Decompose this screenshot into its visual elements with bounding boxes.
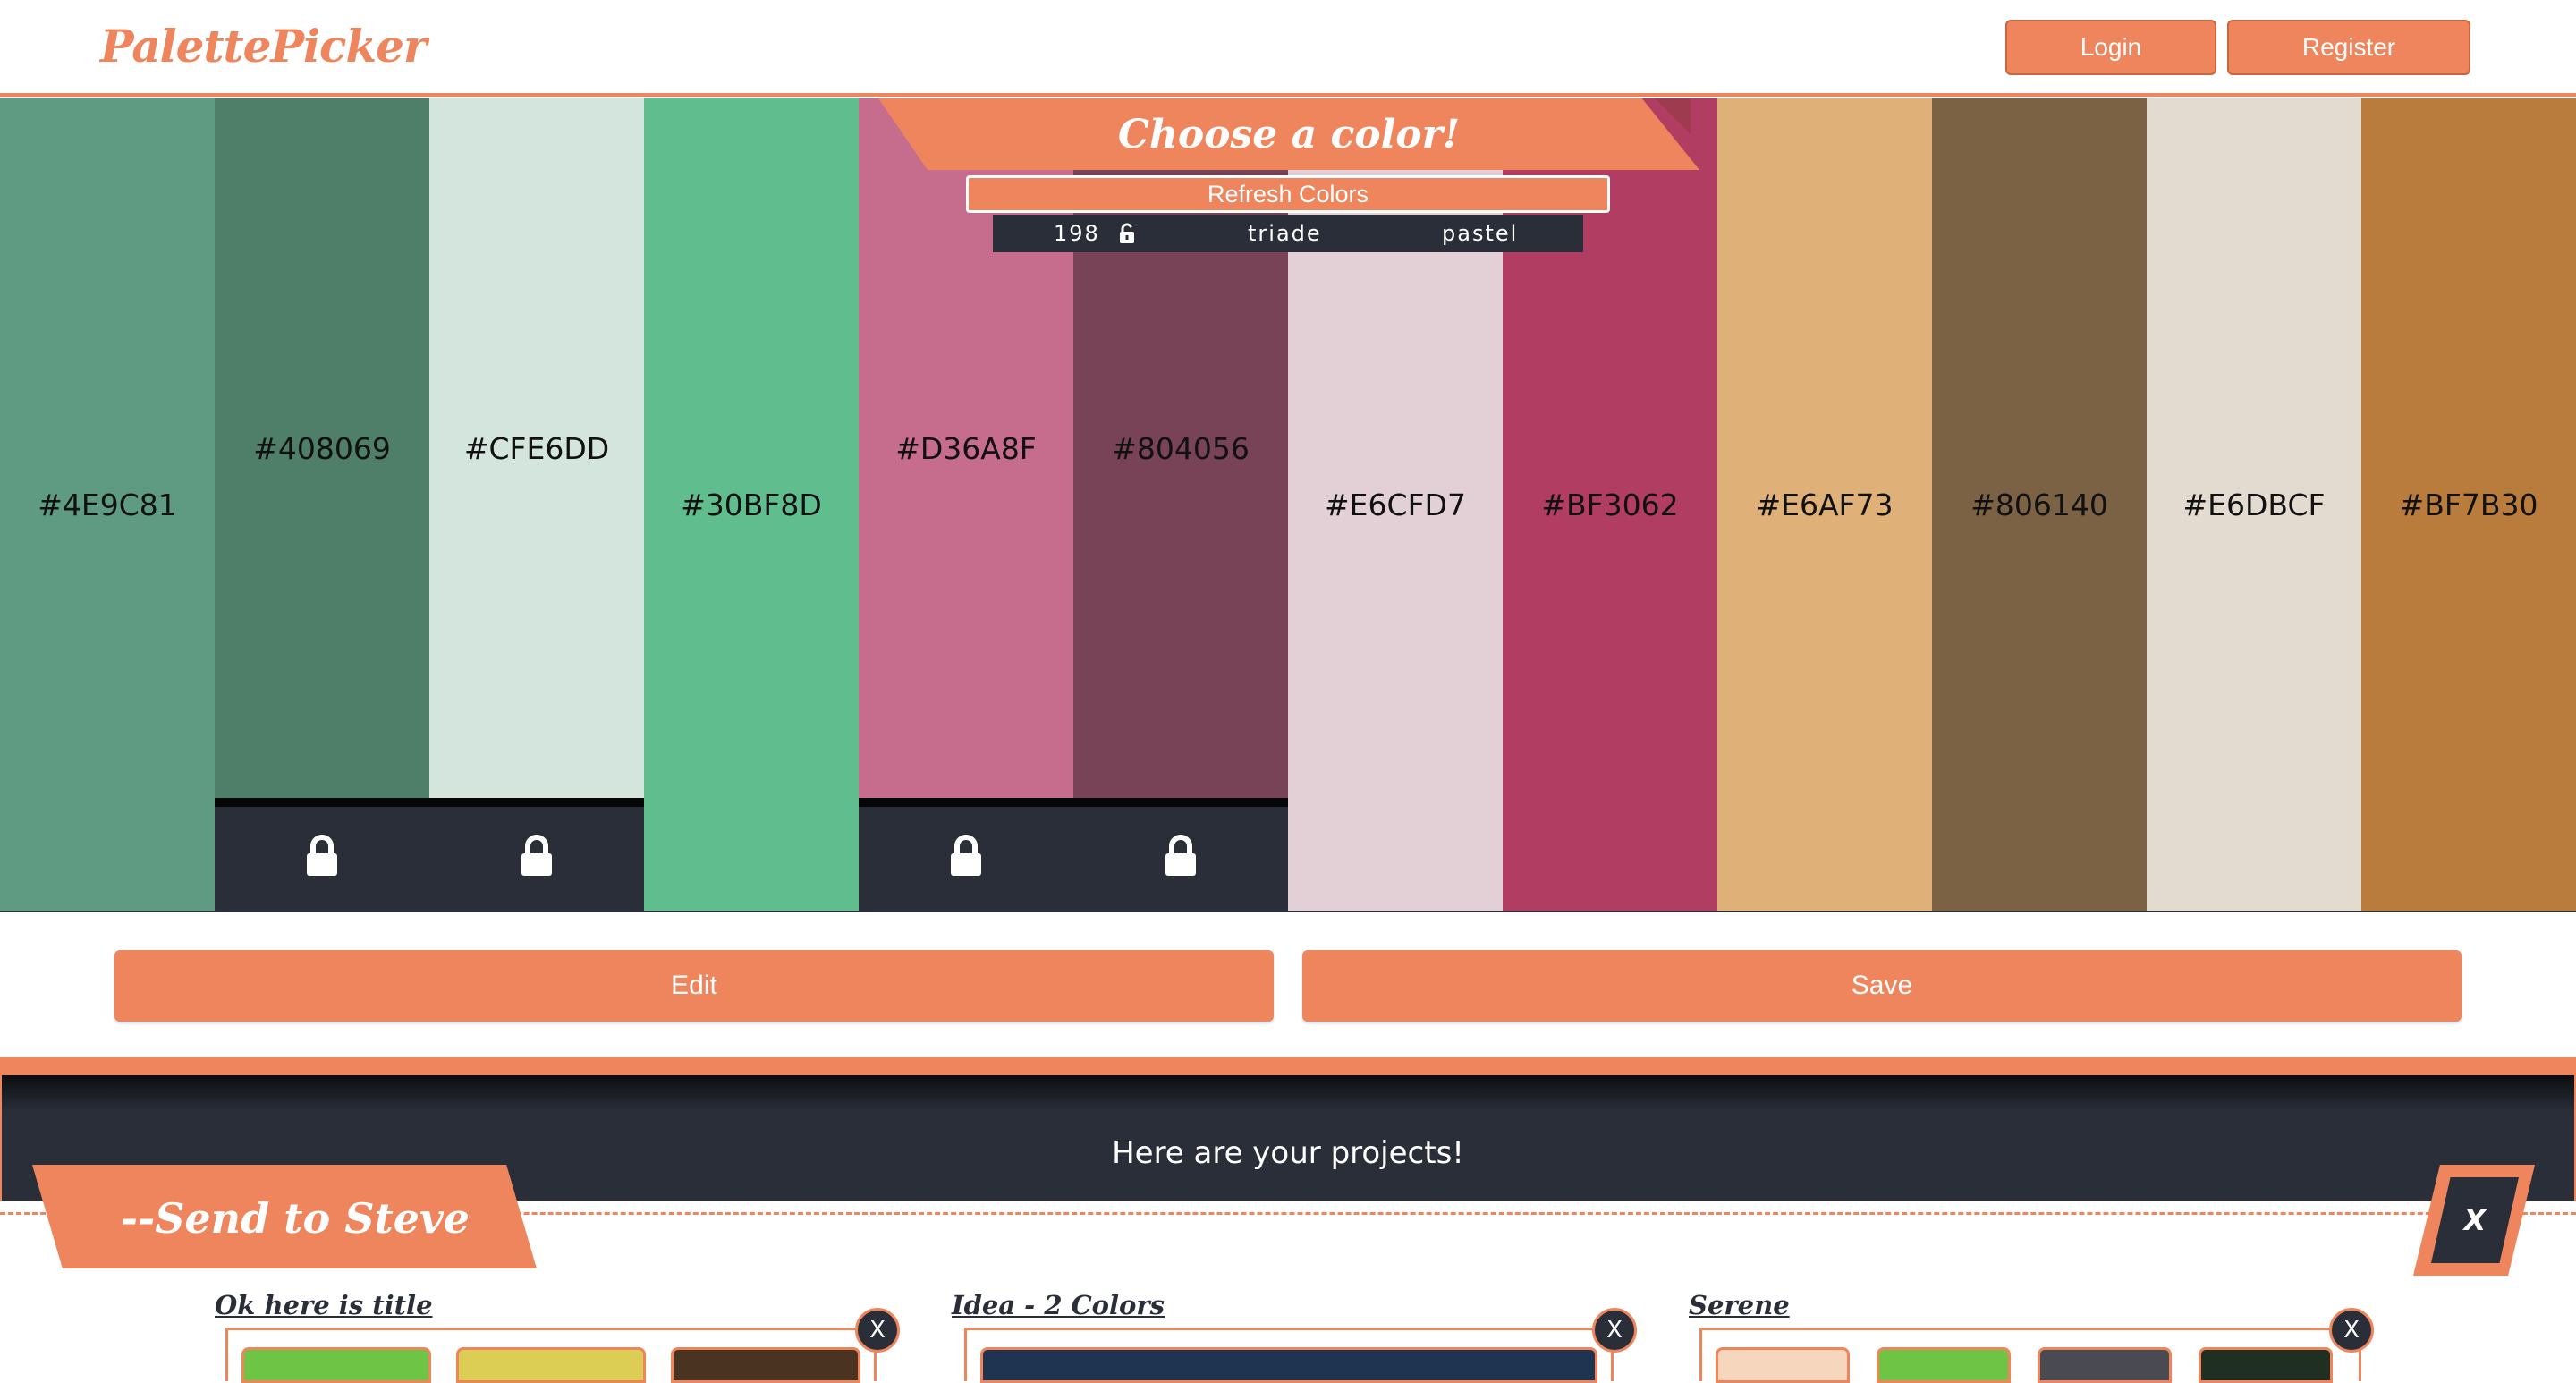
hex-label: #30BF8D xyxy=(681,487,822,522)
project-color-chip xyxy=(2199,1347,2333,1383)
refresh-colors-button[interactable]: Refresh Colors xyxy=(966,175,1610,213)
delete-project-button[interactable]: X xyxy=(1592,1308,1637,1353)
hex-label: #E6AF73 xyxy=(1756,487,1894,522)
hex-label: #408069 xyxy=(253,430,391,466)
hex-label: #CFE6DD xyxy=(463,430,610,466)
lock-icon xyxy=(519,834,555,884)
color-swatch[interactable]: #806140 xyxy=(1932,98,2147,911)
hex-label: #E6CFD7 xyxy=(1325,487,1466,522)
color-swatch[interactable]: #408069 xyxy=(215,98,429,911)
lock-toggle[interactable] xyxy=(429,798,644,911)
lock-icon xyxy=(1163,834,1199,884)
project-color-chip xyxy=(671,1347,860,1383)
folder-title[interactable]: --Send to Steve xyxy=(89,1183,501,1254)
project-title[interactable]: Ok here is title xyxy=(215,1290,433,1320)
edit-button[interactable]: Edit xyxy=(114,950,1274,1022)
hex-label: #804056 xyxy=(1112,430,1250,466)
project-title[interactable]: Serene xyxy=(1689,1290,1790,1320)
delete-project-button[interactable]: X xyxy=(855,1308,900,1353)
project-title[interactable]: Idea - 2 Colors xyxy=(952,1290,1165,1320)
lock-icon xyxy=(948,834,984,884)
hex-label: #4E9C81 xyxy=(38,487,177,522)
hex-label: #D36A8F xyxy=(895,430,1037,466)
save-button[interactable]: Save xyxy=(1302,950,2462,1022)
hex-label: #806140 xyxy=(1970,487,2108,522)
color-swatch[interactable]: #4E9C81 xyxy=(0,98,215,911)
hex-label: #BF7B30 xyxy=(2399,487,2538,522)
top-nav: PalettePicker Login Register xyxy=(0,0,2576,97)
color-swatch[interactable]: #BF7B30 xyxy=(2361,98,2576,911)
register-button[interactable]: Register xyxy=(2227,20,2470,75)
login-button[interactable]: Login xyxy=(2005,20,2216,75)
choose-banner-title: Choose a color! xyxy=(1117,111,1461,157)
tone-select[interactable]: pastel xyxy=(1442,215,1518,252)
project-color-chip xyxy=(1877,1347,2011,1383)
color-swatch[interactable]: #E6AF73 xyxy=(1717,98,1932,911)
scheme-mode-select[interactable]: triade xyxy=(1248,215,1322,252)
color-swatch[interactable]: #CFE6DD xyxy=(429,98,644,911)
delete-project-button[interactable]: X xyxy=(2329,1308,2374,1353)
color-swatch[interactable]: #E6DBCF xyxy=(2147,98,2361,911)
project-color-chip xyxy=(242,1347,431,1383)
project-color-chip xyxy=(456,1347,646,1383)
unlock-icon[interactable] xyxy=(1118,215,1136,252)
color-swatch[interactable]: #30BF8D xyxy=(644,98,859,911)
project-color-chip xyxy=(980,1347,1597,1383)
hex-label: #E6DBCF xyxy=(2182,487,2326,522)
lock-toggle[interactable] xyxy=(859,798,1073,911)
logo[interactable]: PalettePicker xyxy=(100,20,427,72)
project-color-chip xyxy=(1716,1347,1850,1383)
lock-toggle[interactable] xyxy=(215,798,429,911)
project-color-chip xyxy=(2038,1347,2172,1383)
lock-toggle[interactable] xyxy=(1073,798,1288,911)
hex-label: #BF3062 xyxy=(1541,487,1679,522)
color-count[interactable]: 198 xyxy=(1054,215,1100,252)
generator-options: 198 triade pastel xyxy=(993,215,1583,252)
lock-icon xyxy=(304,834,340,884)
